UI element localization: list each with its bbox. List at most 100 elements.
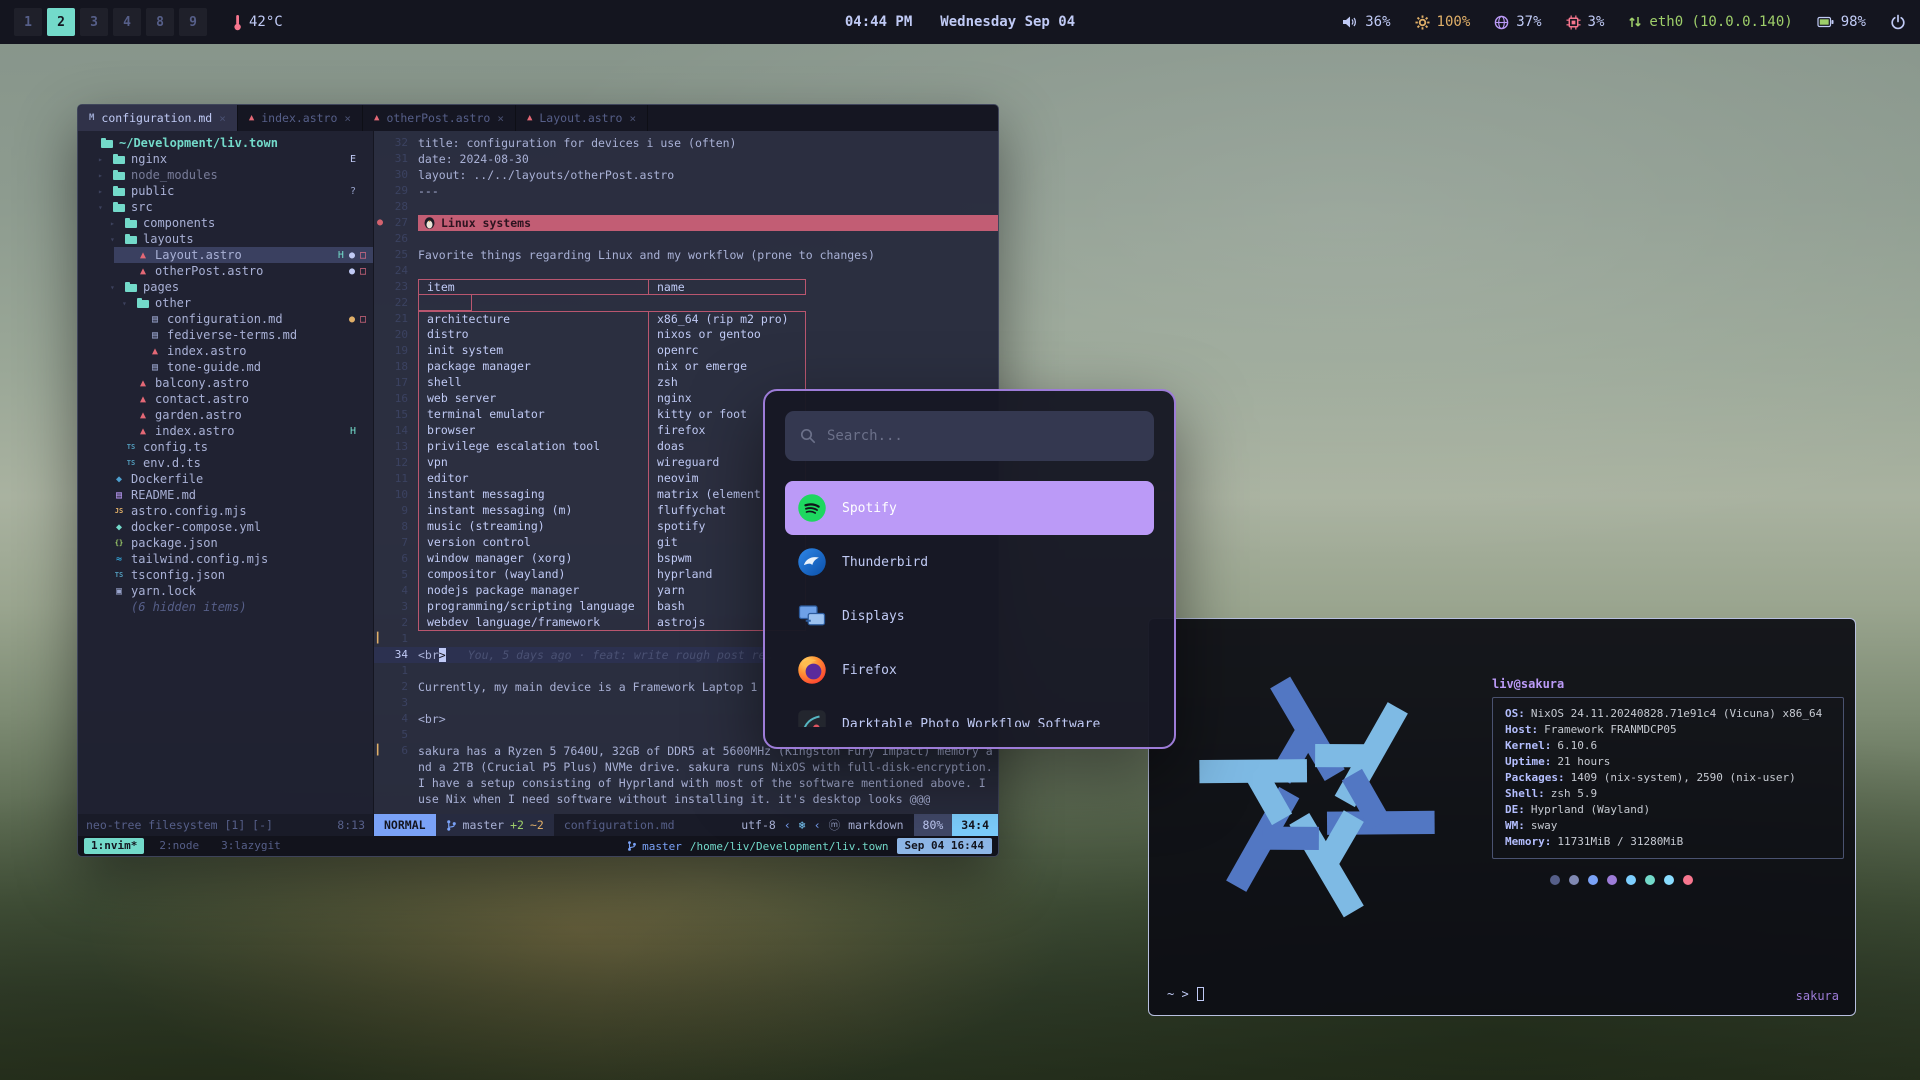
table-row[interactable]: 20 distro nixos or gentoo [374,327,998,343]
workspace-button[interactable]: 3 [80,8,108,36]
tree-item[interactable]: ▲ Layout.astro H ● □ [114,247,374,263]
editor-line[interactable]: ● 27 Linux systems [374,215,998,231]
file-icon: {} [112,537,126,549]
table-separator-row[interactable]: 22 [374,295,998,311]
tree-item[interactable]: ◆ docker-compose.yml [90,519,374,535]
table-cell-item: compositor (wayland) [418,567,648,583]
palette-dot [1550,875,1560,885]
file-name: fediverse-terms.md [167,328,297,342]
tree-item[interactable]: TS config.ts [102,439,374,455]
session-name: sakura [1796,989,1839,1003]
network-module[interactable]: eth0 (10.0.0.140) [1628,14,1792,30]
temperature-module[interactable]: 42°C [233,14,283,31]
table-header-row[interactable]: 23 item name [374,279,998,295]
tree-item[interactable]: ▲ garden.astro [114,407,374,423]
table-cell-item: instant messaging [418,487,648,503]
tree-item[interactable]: ▾ other [114,295,374,311]
buffer-tab[interactable]: ▲ index.astro × [238,105,363,131]
tree-item[interactable]: ▾ layouts [102,231,374,247]
network-icon [1628,15,1642,29]
tree-item[interactable]: ▾ pages [102,279,374,295]
table-row[interactable]: 21 architecture x86_64 (rip m2 pro) [374,311,998,327]
tree-item[interactable]: ▲ otherPost.astro ● □ [114,263,374,279]
launcher-item-thunderbird[interactable]: Thunderbird [785,535,1154,589]
git-added-count: +2 [510,818,524,832]
buffer-tab[interactable]: ▲ Layout.astro × [516,105,648,131]
table-cell-name: nix or emerge [648,359,806,375]
tree-item[interactable]: {} package.json [90,535,374,551]
editor-line[interactable]: 32 title: configuration for devices i us… [374,135,998,151]
tree-item[interactable]: ▲ index.astro H [114,423,374,439]
power-button[interactable] [1890,14,1906,30]
close-icon[interactable]: × [219,112,226,125]
volume-module[interactable]: 36% [1342,14,1390,30]
workspace-button[interactable]: 9 [179,8,207,36]
editor-line[interactable]: 26 [374,231,998,247]
workspace-button[interactable]: 1 [14,8,42,36]
tmux-git-segment: master [627,840,682,853]
tmux-window[interactable]: 2:node [152,838,206,854]
tree-item[interactable]: ▲ index.astro [126,343,374,359]
editor-line[interactable]: 25 Favorite things regarding Linux and m… [374,247,998,263]
tree-item[interactable]: TS env.d.ts [102,455,374,471]
file-name: configuration.md [167,312,283,326]
shell-prompt[interactable]: ~ > [1167,987,1204,1001]
file-name: Layout.astro [155,248,242,262]
close-icon[interactable]: × [497,112,504,125]
editor-line[interactable]: 29 --- [374,183,998,199]
file-name: other [155,296,191,310]
disk-module[interactable]: 37% [1494,14,1541,30]
tmux-path: /home/liv/Development/liv.town [690,840,889,853]
search-input[interactable] [827,428,1139,444]
editor-line[interactable]: ▎ 6 sakura has a Ryzen 5 7640U, 32GB of … [374,743,998,807]
git-status-marks: ● □ [344,314,366,325]
tree-item[interactable]: ▸ public ? [90,183,374,199]
workspace-button[interactable]: 2 [47,8,75,36]
buffer-tab[interactable]: ▲ otherPost.astro × [363,105,516,131]
close-icon[interactable]: × [344,112,351,125]
editor-line[interactable]: 24 [374,263,998,279]
launcher-item-darktable[interactable]: Darktable Photo Workflow Software [785,697,1154,727]
workspace-button[interactable]: 8 [146,8,174,36]
clock[interactable]: 04:44 PM Wednesday Sep 04 [845,14,1075,30]
brightness-module[interactable]: 100% [1415,14,1471,30]
tree-item[interactable]: TS tsconfig.json [90,567,374,583]
tree-item[interactable]: ▲ balcony.astro [114,375,374,391]
tree-item[interactable]: JS astro.config.mjs [90,503,374,519]
table-row[interactable]: 19 init system openrc [374,343,998,359]
tree-item[interactable]: ▤ tone-guide.md [126,359,374,375]
launcher-item-spotify[interactable]: Spotify [785,481,1154,535]
tree-item[interactable]: (6 hidden items) [90,599,374,615]
buffer-tab[interactable]: M configuration.md × [78,105,238,131]
tmux-window[interactable]: 1:nvim* [84,838,144,854]
tree-item[interactable]: ~/Development/liv.town [78,135,374,151]
launcher-item-displays[interactable]: Displays [785,589,1154,643]
fetch-info-line: WM: sway [1505,818,1831,834]
tmux-window[interactable]: 3:lazygit [214,838,288,854]
expander-icon: ▾ [110,283,119,292]
editor-line[interactable]: 31 date: 2024-08-30 [374,151,998,167]
tree-item[interactable]: ▸ nginx E [90,151,374,167]
cpu-module[interactable]: 3% [1566,14,1605,30]
tree-item[interactable]: ▸ components [102,215,374,231]
battery-module[interactable]: 98% [1817,14,1866,30]
launcher-item-firefox[interactable]: Firefox [785,643,1154,697]
close-icon[interactable]: × [629,112,636,125]
tree-item[interactable]: ▤ README.md [90,487,374,503]
table-row[interactable]: 18 package manager nix or emerge [374,359,998,375]
table-header-name: name [648,279,806,295]
tree-item[interactable]: ▣ yarn.lock [90,583,374,599]
editor-line[interactable]: 30 layout: ../../layouts/otherPost.astro [374,167,998,183]
tree-item[interactable]: ▾ src [90,199,374,215]
tree-item[interactable]: ▤ fediverse-terms.md [126,327,374,343]
tree-item[interactable]: ≈ tailwind.config.mjs [90,551,374,567]
workspace-button[interactable]: 4 [113,8,141,36]
tree-item[interactable]: ◆ Dockerfile [90,471,374,487]
mode-indicator: NORMAL [374,814,436,836]
tree-item[interactable]: ▤ configuration.md ● □ [126,311,374,327]
launcher-search[interactable] [785,411,1154,461]
fastfetch-terminal-window[interactable]: liv@sakura OS: NixOS 24.11.20240828.71e9… [1148,618,1856,1016]
tree-item[interactable]: ▲ contact.astro [114,391,374,407]
tree-item[interactable]: ▸ node_modules [90,167,374,183]
editor-line[interactable]: 28 [374,199,998,215]
